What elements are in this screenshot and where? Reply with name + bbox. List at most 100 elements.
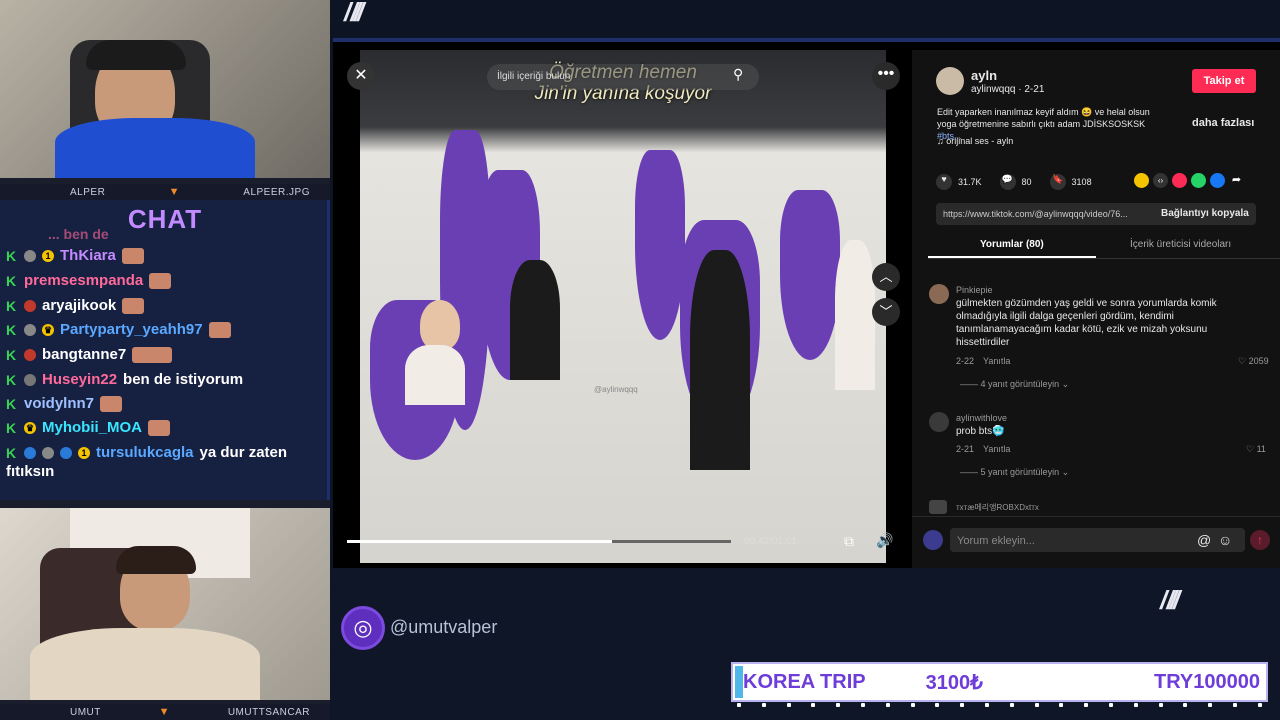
mention-icon[interactable]: @ [1197, 532, 1211, 548]
badge-icon [24, 299, 36, 312]
comment-date: 2-21 [956, 444, 975, 454]
emote-icon [148, 419, 170, 436]
display-name[interactable]: ayln [971, 68, 997, 83]
video-player[interactable]: Öğretmen hemen Jin'in yanına koşuyor @ay… [360, 50, 886, 563]
sound-link[interactable]: ♫ orijinal ses - ayln [937, 136, 1013, 146]
user-avatar[interactable] [923, 530, 943, 550]
chat-message: Kbangtanne7 [6, 346, 321, 363]
badge-icon [24, 249, 36, 262]
volume-icon[interactable]: 🔊 [876, 532, 893, 549]
goal-target: TRY100000 [1154, 670, 1260, 693]
avatar[interactable] [936, 67, 964, 95]
embed-icon[interactable]: ‹› [1153, 173, 1168, 188]
streamer-hair [86, 40, 186, 70]
comment-likes[interactable]: ♡ 2059 [1238, 356, 1269, 367]
close-icon[interactable]: ✕ [347, 62, 375, 90]
view-replies-link[interactable]: —— 5 yanıt görüntüleyin ⌄ [960, 467, 1069, 478]
person-dark [690, 250, 750, 470]
comment-avatar[interactable] [929, 284, 949, 304]
coin-badge-icon: 1 [78, 446, 90, 459]
copy-link-button[interactable]: Bağlantıyı kopyala [1161, 208, 1249, 219]
chat-message: K 1 ThKiara [6, 247, 321, 264]
globe-icon: ◎ [341, 606, 385, 650]
comment-icon[interactable]: 💬 [999, 174, 1016, 190]
kick-icon: K [6, 247, 17, 264]
likes-count: 31.7K [958, 177, 982, 187]
chat-username: bangtanne7 [42, 346, 127, 363]
comment-username[interactable]: aylinwithlove [956, 413, 1007, 423]
comment-likes[interactable]: ♡ 11 [1246, 444, 1266, 455]
view-replies-text: 5 yanıt görüntüleyin [980, 467, 1060, 477]
kick-icon: K [6, 395, 17, 412]
tabs-divider [928, 258, 1280, 259]
chat-text: ben de istiyorum [123, 371, 244, 388]
emote-icon [122, 297, 145, 314]
emote-icon [100, 395, 123, 412]
follow-button[interactable]: Takip et [1192, 69, 1256, 93]
goal-current: 3100₺ [925, 671, 983, 694]
chat-username: tursulukcagla [96, 444, 194, 461]
streamer-shirt [30, 628, 260, 700]
bookmark-icon[interactable]: 🔖 [1049, 174, 1066, 190]
chat-username: ThKiara [60, 247, 116, 264]
webcam-bottom-namebar: UMUT ▼ UMUTTSANCAR [0, 704, 330, 720]
search-icon[interactable]: ⚲ [733, 66, 743, 83]
emote-icon [208, 321, 231, 338]
search-input[interactable]: İlgili içeriği bulun [487, 64, 759, 90]
comment-likes-count: 11 [1256, 444, 1266, 454]
reply-link[interactable]: Yanıtla [983, 356, 1010, 366]
view-replies-link[interactable]: —— 4 yanıt görüntüleyin ⌄ [960, 379, 1069, 390]
kick-icon: K [6, 444, 17, 461]
comment-text: prob bts🥶 [956, 426, 1005, 437]
view-replies-text: 4 yanıt görüntüleyin [980, 379, 1060, 389]
hammock [635, 150, 685, 340]
more-link[interactable]: daha fazlası [1192, 117, 1254, 129]
facebook-icon[interactable] [1210, 173, 1225, 188]
chat-message: Kvoidylnn7 [6, 395, 321, 412]
chat-message-wrap: fıtıksın [6, 463, 321, 480]
heart-icon[interactable]: ♥ [936, 174, 952, 190]
chat-username: voidylnn7 [24, 395, 95, 412]
video-progress-bar[interactable] [347, 540, 731, 543]
tab-comments[interactable]: Yorumlar (80) [980, 239, 1044, 250]
tab-creator-videos[interactable]: İçerik üreticisi videoları [1130, 239, 1231, 250]
triangle-icon: ▼ [168, 186, 180, 198]
comment-username[interactable]: Pinkiepie [956, 285, 993, 295]
send-comment-icon[interactable]: ↑ [1250, 530, 1270, 550]
chat-username: aryajikook [42, 297, 117, 314]
badge-icon [24, 323, 36, 336]
reply-link[interactable]: Yanıtla [983, 444, 1010, 454]
emoji-icon[interactable]: ☺ [1218, 532, 1232, 548]
chat-username: Myhobii_MOA [42, 419, 142, 436]
chevron-down-icon[interactable]: ﹀ [872, 298, 900, 326]
send-icon[interactable] [1172, 173, 1187, 188]
streamer-handle: @umutvalper [390, 617, 498, 637]
more-icon[interactable]: ••• [872, 62, 900, 90]
webcam-top: ALPER ▼ ALPEER.JPG [0, 0, 330, 200]
whatsapp-icon[interactable] [1191, 173, 1206, 188]
comment-username[interactable]: тxтæ메리앵ROBXDxtтx [956, 502, 1039, 513]
share-arrow-icon[interactable]: ➦ [1229, 173, 1244, 188]
kick-icon: K [6, 272, 17, 289]
chat-message: K ♛ Partyparty_yeahh97 [6, 321, 321, 338]
chat-username: Huseyin22 [42, 371, 118, 388]
comment-date: 2-22 [956, 356, 975, 366]
share-icons: ‹› ➦ [1134, 173, 1244, 188]
chat-message: Kpremsesmpanda [6, 272, 321, 289]
person-white [835, 240, 875, 390]
webcam-top-feed [0, 0, 330, 178]
cam-name-right: UMUTTSANCAR [227, 706, 310, 718]
crown-badge-icon: ♛ [42, 323, 54, 336]
badge-icon [24, 373, 36, 386]
hammock [780, 190, 840, 360]
decor-slashes: / /// [1160, 585, 1180, 615]
description-text: Edit yaparken inanılmaz keyif aldım 😆 ve… [937, 107, 1150, 129]
coin-share-icon[interactable] [1134, 173, 1149, 188]
badge-icon [24, 348, 36, 361]
chevron-up-icon[interactable]: ︿ [872, 263, 900, 291]
pip-icon[interactable]: ⧉ [844, 533, 854, 550]
comment-avatar[interactable] [929, 500, 947, 514]
cam-name-left: UMUT [70, 706, 101, 718]
video-link[interactable]: https://www.tiktok.com/@aylinwqqq/video/… [943, 209, 1128, 219]
comment-avatar[interactable] [929, 412, 949, 432]
